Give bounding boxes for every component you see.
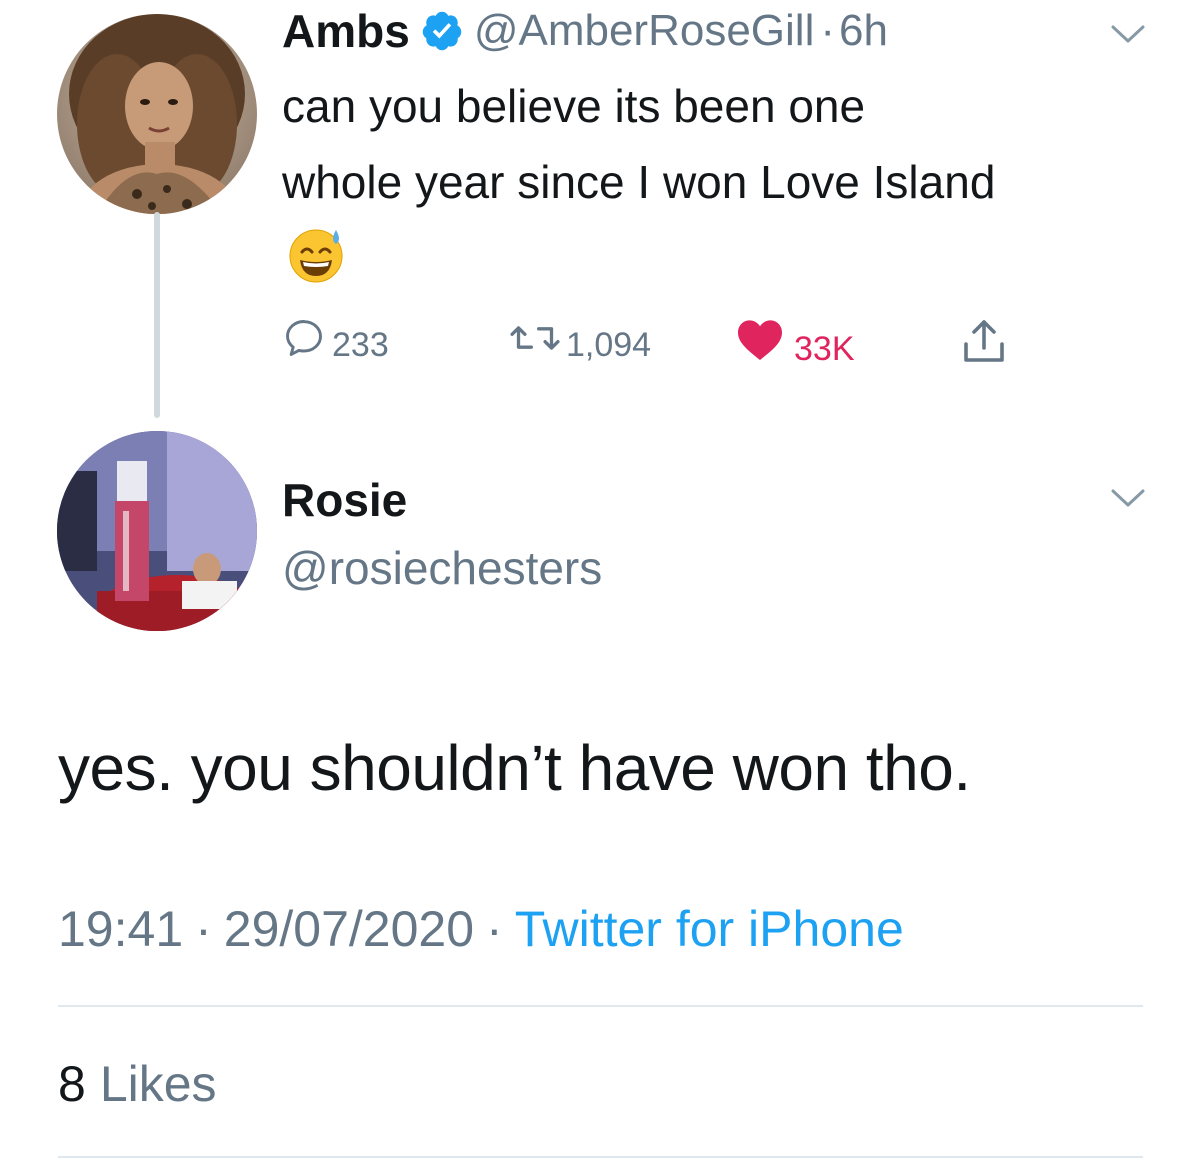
meta-separator: · — [486, 901, 503, 957]
avatar-photo — [57, 431, 257, 631]
reply-action[interactable]: 233 — [282, 314, 389, 362]
reply-author-handle[interactable]: @rosiechesters — [282, 545, 602, 591]
retweet-icon — [510, 326, 560, 350]
heart-icon — [738, 320, 782, 360]
tweet-date: 29/07/2020 — [223, 901, 475, 957]
avatar-photo — [57, 14, 257, 214]
parent-author-name[interactable]: Ambs — [282, 8, 410, 54]
parent-tweet-actions: 233 1,094 33K — [282, 314, 1042, 374]
tweet-source-link[interactable]: Twitter for iPhone — [515, 904, 904, 954]
chevron-down-icon[interactable] — [1111, 488, 1145, 508]
parent-tweet-text: can you believe its been one whole year … — [282, 68, 1162, 220]
divider — [58, 1005, 1143, 1007]
likes-summary[interactable]: 8 Likes — [58, 1059, 217, 1109]
like-action[interactable]: 33K — [736, 314, 855, 366]
tweet-timestamp[interactable]: 6h — [839, 9, 888, 53]
retweet-count: 1,094 — [566, 326, 652, 364]
parent-tweet-text-line2: whole year since I won Love Island — [282, 156, 996, 208]
likes-count: 8 — [58, 1056, 86, 1112]
reply-author-avatar[interactable] — [57, 431, 257, 631]
parent-tweet-header: Ambs @AmberRoseGill · 6h — [282, 8, 888, 54]
likes-label: Likes — [99, 1056, 217, 1112]
tweet-time: 19:41 — [58, 901, 184, 957]
tweet-meta: 19:41 · 29/07/2020 · Twitter for iPhone — [58, 904, 904, 954]
sweat-smile-emoji-icon — [289, 229, 343, 283]
share-icon — [964, 320, 1004, 362]
parent-tweet-text-line1: can you believe its been one — [282, 80, 866, 132]
share-action[interactable] — [962, 318, 1006, 371]
header-separator: · — [820, 6, 835, 55]
divider — [58, 1156, 1143, 1158]
verified-badge-icon — [422, 11, 462, 51]
reply-icon — [286, 320, 322, 356]
parent-author-avatar[interactable] — [57, 14, 257, 214]
parent-author-handle[interactable]: @AmberRoseGill — [474, 9, 815, 53]
chevron-down-icon[interactable] — [1111, 24, 1145, 44]
thread-connector-line — [154, 212, 160, 418]
meta-separator: · — [195, 901, 212, 957]
reply-author-name[interactable]: Rosie — [282, 477, 407, 523]
like-count: 33K — [794, 330, 855, 368]
reply-count: 233 — [332, 326, 389, 364]
retweet-action[interactable]: 1,094 — [506, 314, 651, 362]
reply-tweet-text: yes. you shouldn’t have won tho. — [58, 732, 971, 804]
